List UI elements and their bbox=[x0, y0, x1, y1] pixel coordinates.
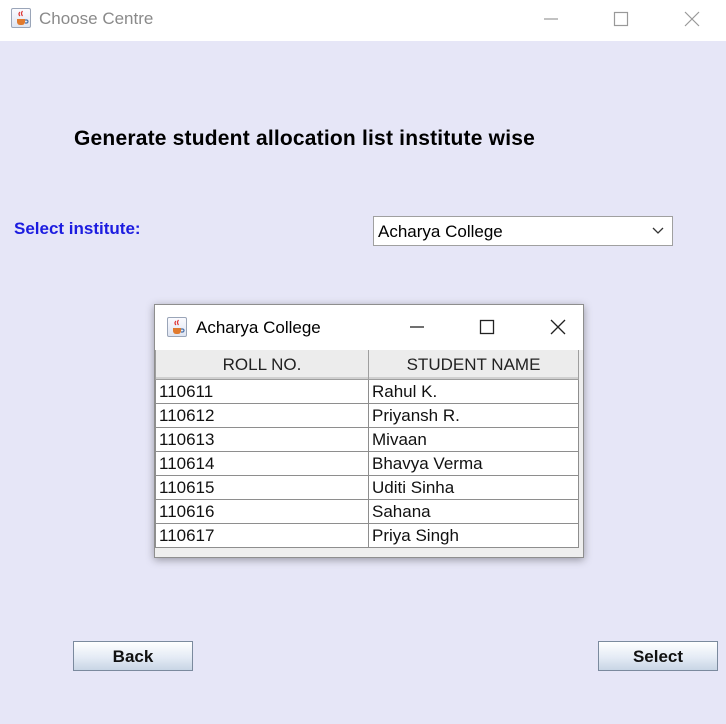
table-row[interactable]: 110617 Priya Singh bbox=[155, 523, 579, 548]
student-name-cell[interactable]: Priyansh R. bbox=[368, 403, 579, 428]
page-heading: Generate student allocation list institu… bbox=[74, 127, 535, 150]
dialog-minimize-button[interactable] bbox=[395, 309, 439, 347]
institute-dropdown-value: Acharya College bbox=[378, 222, 503, 241]
java-app-icon bbox=[167, 317, 187, 337]
column-header-student-name[interactable]: STUDENT NAME bbox=[368, 350, 579, 380]
student-name-cell[interactable]: Bhavya Verma bbox=[368, 451, 579, 476]
student-table: ROLL NO. STUDENT NAME 110611 Rahul K. 11… bbox=[155, 350, 579, 548]
window-titlebar: Choose Centre bbox=[0, 0, 726, 41]
select-institute-label: Select institute: bbox=[14, 219, 141, 238]
table-row[interactable]: 110613 Mivaan bbox=[155, 427, 579, 452]
dialog-titlebar: Acharya College bbox=[155, 305, 583, 350]
maximize-icon bbox=[613, 11, 629, 27]
java-app-icon bbox=[11, 8, 31, 28]
institute-dropdown[interactable]: Acharya College bbox=[373, 216, 673, 246]
student-name-cell[interactable]: Uditi Sinha bbox=[368, 475, 579, 500]
student-name-cell[interactable]: Rahul K. bbox=[368, 379, 579, 404]
minimize-icon bbox=[544, 18, 558, 20]
close-button[interactable] bbox=[669, 0, 715, 38]
chevron-down-icon bbox=[652, 227, 664, 234]
close-icon bbox=[684, 11, 700, 27]
student-name-cell[interactable]: Sahana bbox=[368, 499, 579, 524]
table-header-row: ROLL NO. STUDENT NAME bbox=[155, 350, 579, 380]
window-title: Choose Centre bbox=[39, 9, 154, 28]
table-scroll-pane[interactable]: ROLL NO. STUDENT NAME 110611 Rahul K. 11… bbox=[155, 350, 583, 557]
column-header-roll-no[interactable]: ROLL NO. bbox=[155, 350, 369, 380]
maximize-button[interactable] bbox=[598, 0, 644, 38]
select-button[interactable]: Select bbox=[598, 641, 718, 671]
dialog-close-button[interactable] bbox=[536, 309, 580, 347]
minimize-button[interactable] bbox=[528, 0, 574, 38]
roll-no-cell[interactable]: 110613 bbox=[155, 427, 369, 452]
student-name-cell[interactable]: Priya Singh bbox=[368, 523, 579, 548]
maximize-icon bbox=[479, 319, 495, 335]
roll-no-cell[interactable]: 110612 bbox=[155, 403, 369, 428]
table-row[interactable]: 110611 Rahul K. bbox=[155, 379, 579, 404]
back-button[interactable]: Back bbox=[73, 641, 193, 671]
roll-no-cell[interactable]: 110616 bbox=[155, 499, 369, 524]
table-row[interactable]: 110612 Priyansh R. bbox=[155, 403, 579, 428]
roll-no-cell[interactable]: 110615 bbox=[155, 475, 369, 500]
table-row[interactable]: 110616 Sahana bbox=[155, 499, 579, 524]
roll-no-cell[interactable]: 110614 bbox=[155, 451, 369, 476]
minimize-icon bbox=[410, 326, 424, 328]
allocation-list-dialog: Acharya College ROLL NO. STUDENT NAME 11… bbox=[154, 304, 584, 558]
table-row[interactable]: 110615 Uditi Sinha bbox=[155, 475, 579, 500]
roll-no-cell[interactable]: 110611 bbox=[155, 379, 369, 404]
close-icon bbox=[550, 319, 566, 335]
roll-no-cell[interactable]: 110617 bbox=[155, 523, 369, 548]
table-row[interactable]: 110614 Bhavya Verma bbox=[155, 451, 579, 476]
dialog-title: Acharya College bbox=[196, 318, 321, 337]
dialog-maximize-button[interactable] bbox=[465, 309, 509, 347]
student-name-cell[interactable]: Mivaan bbox=[368, 427, 579, 452]
